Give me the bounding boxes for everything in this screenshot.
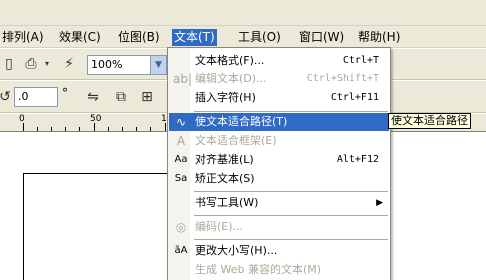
menu-text[interactable]: 文本(T) [172, 29, 217, 46]
menu-tools[interactable]: 工具(O) [236, 29, 283, 46]
menu-item-web-compatible-text[interactable]: 生成 Web 兼容的文本(M) [169, 261, 389, 279]
submenu-arrow-icon: ▶ [376, 198, 383, 208]
menu-item-straighten-text[interactable]: Sa 矫正文本(S) [169, 170, 389, 188]
menu-separator [194, 215, 388, 216]
ruler-tick [122, 127, 123, 131]
menu-item-fit-text-to-frame[interactable]: A 文本适合框架(E) [169, 132, 389, 150]
align-baseline-icon: Aa [174, 154, 188, 165]
menu-item-insert-character[interactable]: 插入字符(H) Ctrl+F11 [169, 89, 389, 107]
ruler-label: 50 [90, 114, 102, 124]
menu-bitmaps[interactable]: 位图(B) [116, 29, 162, 46]
ruler-tick [165, 123, 166, 131]
fit-text-path-icon: ∿ [175, 115, 187, 129]
ruler-tick [51, 127, 52, 131]
menu-separator [194, 111, 388, 112]
rotation-angle-input[interactable]: .0 [14, 87, 58, 107]
menu-item-edit-text[interactable]: ab| 编辑文本(D)... Ctrl+Shift+T [169, 70, 389, 88]
ruler-tick [150, 127, 151, 131]
ruler-tick [136, 127, 137, 131]
tooltip: 使文本适合路径 [388, 113, 471, 129]
menu-arrange[interactable]: 排列(A) [0, 29, 46, 46]
menu-item-text-format[interactable]: 文本格式(F)... Ctrl+T [169, 52, 389, 70]
group-icon[interactable]: ⧉ [112, 88, 130, 106]
document-icon[interactable]: ▯ [0, 55, 18, 73]
ruler-tick [23, 123, 24, 131]
chevron-down-icon[interactable]: ▼ [150, 56, 166, 74]
ruler-tick [108, 127, 109, 131]
menu-help[interactable]: 帮助(H) [356, 29, 402, 46]
menu-effects[interactable]: 效果(C) [57, 29, 103, 46]
menu-separator [194, 191, 388, 192]
mirror-icon[interactable]: ⇋ [84, 88, 102, 106]
degree-label: ° [62, 86, 68, 100]
menu-bar: 排列(A) 效果(C) 位图(B) 文本(T) 工具(O) 窗口(W) 帮助(H… [0, 26, 486, 48]
fit-text-frame-icon: A [176, 134, 186, 148]
rotate-icon: ↺ [0, 89, 11, 105]
change-case-icon: ãA [174, 245, 188, 256]
ruler-tick [94, 123, 95, 131]
edit-text-icon: ab| [173, 72, 193, 86]
menu-separator [194, 239, 388, 240]
top-toolbar-strip [0, 0, 486, 26]
zoom-select[interactable]: 100% ▼ [87, 55, 167, 75]
rotation-angle-value: .0 [18, 90, 29, 103]
ruler-tick [65, 127, 66, 131]
print-dropdown-icon[interactable]: ▾ [38, 55, 56, 73]
menu-item-fit-text-to-path[interactable]: ∿ 使文本适合路径(T) [169, 113, 389, 131]
menu-item-align-baseline[interactable]: Aa 对齐基准(L) Alt+F12 [169, 151, 389, 169]
zoom-value: 100% [91, 58, 123, 71]
ruler-tick [37, 127, 38, 131]
menu-item-encode[interactable]: ◎ 编码(E)... [169, 218, 389, 236]
snap-icon[interactable]: ⚡ [60, 55, 78, 73]
ruler-tick [79, 127, 80, 131]
menu-item-writing-tools[interactable]: 书写工具(W) ▶ [169, 194, 389, 212]
text-menu-dropdown: 文本格式(F)... Ctrl+T ab| 编辑文本(D)... Ctrl+Sh… [167, 47, 391, 280]
menu-item-change-case[interactable]: ãA 更改大小写(H)... [169, 242, 389, 260]
straighten-text-icon: Sa [174, 173, 188, 184]
align-icon[interactable]: ⊞ [138, 88, 156, 106]
menu-window[interactable]: 窗口(W) [297, 29, 346, 46]
encode-icon: ◎ [175, 220, 187, 234]
